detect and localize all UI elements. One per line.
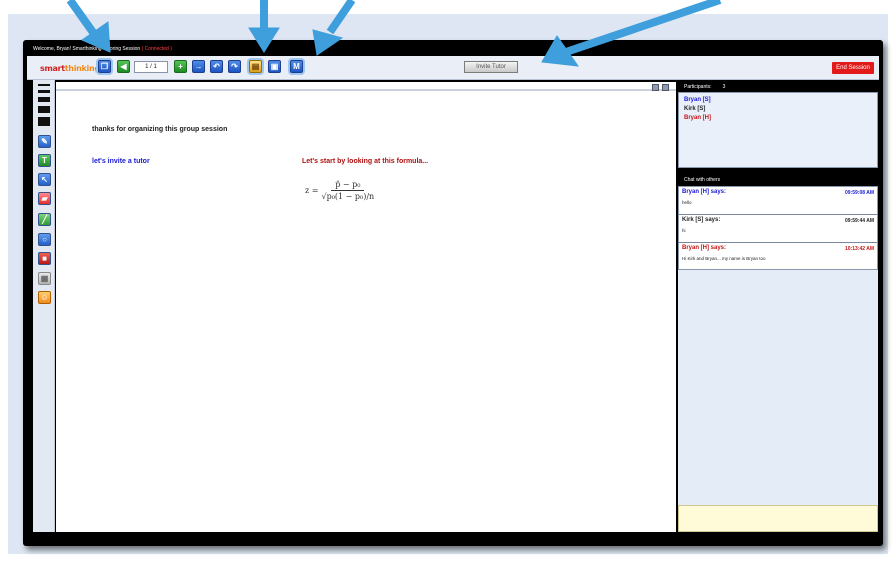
arrow-math — [326, 0, 356, 35]
arrow-invite — [564, 0, 722, 56]
arrowhead-math — [312, 29, 344, 56]
arrowhead-upload — [248, 27, 280, 53]
annotation-arrows — [66, 0, 722, 67]
